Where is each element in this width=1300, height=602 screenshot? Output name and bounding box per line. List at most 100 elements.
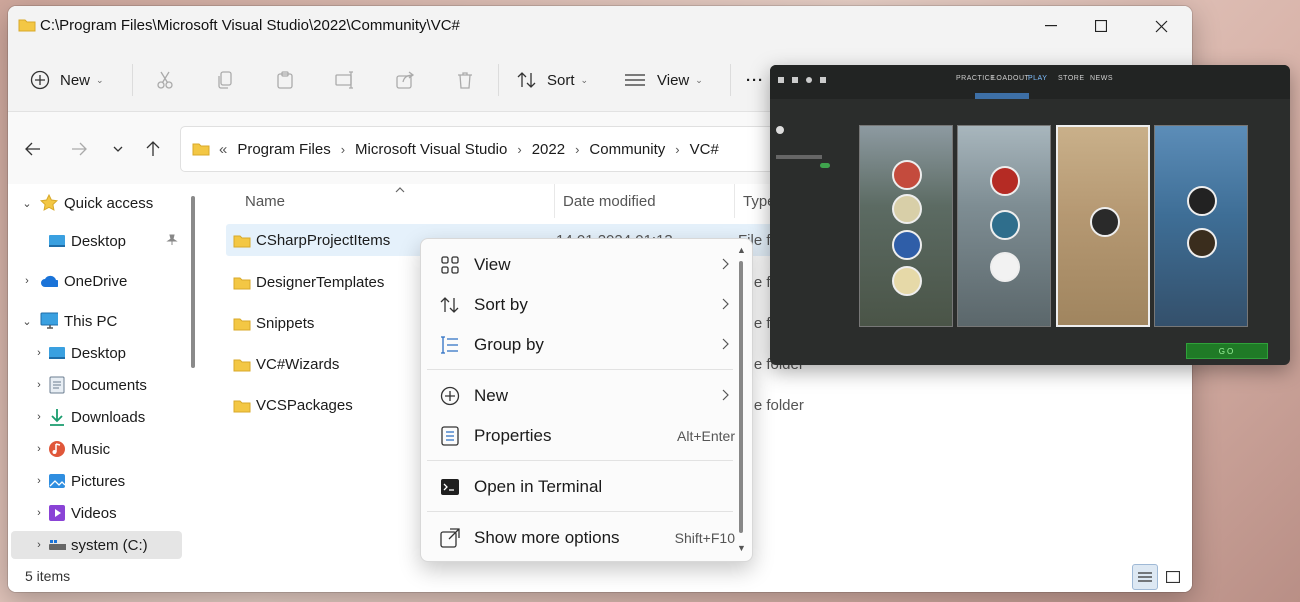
sidebar-item-pictures[interactable]: › Pictures [11,467,182,495]
context-menu-group-by[interactable]: Group by [427,327,735,363]
breadcrumb-overflow[interactable]: « [219,141,227,158]
sidebar-item-label: Downloads [71,408,146,426]
map-badge-icon [1187,228,1217,258]
chevron-right-icon[interactable]: › [33,475,45,487]
game-menu-icons [778,77,828,85]
chevron-down-icon[interactable]: ⌄ [21,197,33,210]
cut-button[interactable] [145,60,185,100]
menu-separator [427,460,733,461]
sidebar-item-system-c[interactable]: › system (C:) [11,531,182,559]
map-card[interactable] [859,125,953,327]
breadcrumb-program-files[interactable]: Program Files [237,141,330,158]
context-menu-label: Properties [474,426,552,445]
game-nav-store[interactable]: STORE [1058,75,1085,87]
column-divider[interactable] [554,184,555,218]
game-go-button[interactable]: GO [1186,343,1268,359]
sort-icon [516,70,538,90]
properties-icon [439,425,461,447]
sidebar-item-desktop[interactable]: › Desktop [11,339,182,367]
details-view-button[interactable] [1132,564,1158,590]
column-header-name[interactable]: Name [245,186,545,216]
forward-arrow-icon[interactable] [64,134,94,164]
game-mode-tab[interactable] [975,93,1029,99]
scroll-down-icon[interactable]: ▼ [737,543,746,553]
game-nav-play[interactable]: PLAY [1028,75,1047,87]
chevron-down-icon: ⌄ [96,74,104,85]
toggle-switch[interactable] [820,163,830,168]
column-header-date[interactable]: Date modified [563,186,656,216]
context-menu-properties[interactable]: Properties Alt+Enter [427,418,735,454]
tiles-view-button[interactable] [1160,564,1186,590]
sidebar-item-desktop-pinned[interactable]: Desktop [11,227,182,255]
context-menu-sort-by[interactable]: Sort by [427,287,735,323]
breadcrumb-community[interactable]: Community [589,141,665,158]
context-menu-open-terminal[interactable]: Open in Terminal [427,469,735,505]
sidebar-item-quick-access[interactable]: ⌄ Quick access [11,189,182,217]
game-nav-loadout[interactable]: LOADOUT [992,75,1029,87]
sidebar-scrollbar[interactable] [191,196,195,368]
chevron-right-icon[interactable]: › [33,507,45,519]
sidebar-item-label: This PC [64,312,118,330]
navigation-pane: ⌄ Quick access Desktop › OneDrive ⌄ This… [8,184,208,559]
plus-circle-icon [439,385,461,407]
map-card[interactable] [1154,125,1248,327]
sidebar-item-downloads[interactable]: › Downloads [11,403,182,431]
menu-separator [427,369,733,370]
download-icon [48,408,66,426]
map-card[interactable] [1056,125,1150,327]
music-icon [48,440,66,458]
share-button[interactable] [385,60,425,100]
map-card[interactable] [957,125,1051,327]
grid-view-icon [439,254,461,276]
sort-button[interactable]: Sort ⌄ [516,60,588,100]
scroll-up-icon[interactable]: ▲ [737,245,746,255]
chevron-right-icon[interactable]: › [33,379,45,391]
breadcrumb-visual-studio[interactable]: Microsoft Visual Studio [355,141,507,158]
recent-locations-chevron-icon[interactable] [103,134,133,164]
delete-button[interactable] [445,60,485,100]
chevron-right-icon [722,258,729,273]
column-divider[interactable] [734,184,735,218]
chevron-right-icon[interactable]: › [33,347,45,359]
chevron-right-icon: › [340,141,346,157]
chevron-down-icon[interactable]: ⌄ [21,315,33,328]
pictures-icon [48,472,66,490]
sidebar-item-this-pc[interactable]: ⌄ This PC [11,307,182,335]
copy-button[interactable] [205,60,245,100]
map-badge-icon [892,230,922,260]
context-menu-view[interactable]: View [427,247,735,283]
view-button[interactable]: View ⌄ [624,60,703,100]
sidebar-item-onedrive[interactable]: › OneDrive [11,267,182,295]
sidebar-item-music[interactable]: › Music [11,435,182,463]
chevron-right-icon[interactable]: › [21,275,33,287]
more-options-button[interactable]: ··· [746,60,764,100]
game-nav-news[interactable]: NEWS [1090,75,1113,87]
sort-ascending-icon [395,184,405,196]
chevron-right-icon[interactable]: › [33,411,45,423]
sidebar-item-documents[interactable]: › Documents [11,371,182,399]
new-button[interactable]: New ⌄ [30,60,104,100]
maximize-button[interactable] [1078,6,1124,46]
trash-icon [445,60,485,100]
monitor-icon [40,312,58,330]
sidebar-item-videos[interactable]: › Videos [11,499,182,527]
map-badge-icon [1187,186,1217,216]
context-menu-new[interactable]: New [427,378,735,414]
minimize-button[interactable] [1028,6,1074,46]
breadcrumb-2022[interactable]: 2022 [532,141,565,158]
folder-icon [232,233,252,253]
chevron-right-icon: › [517,141,522,157]
back-arrow-icon[interactable] [18,134,48,164]
chevron-right-icon[interactable]: › [33,443,45,455]
context-menu-show-more-options[interactable]: Show more options Shift+F10 [427,520,735,556]
game-nav-practice[interactable]: PRACTICE [956,75,995,87]
paste-button[interactable] [265,60,305,100]
rename-button[interactable] [325,60,365,100]
up-arrow-icon[interactable] [138,134,168,164]
breadcrumb-vc-sharp[interactable]: VC# [690,141,719,158]
close-button[interactable] [1138,6,1184,46]
chevron-right-icon[interactable]: › [33,539,45,551]
game-preview-window[interactable]: PRACTICE LOADOUT PLAY STORE NEWS GO [770,65,1290,365]
file-name: VC#Wizards [256,355,340,373]
context-menu-scrollbar[interactable] [739,261,743,533]
